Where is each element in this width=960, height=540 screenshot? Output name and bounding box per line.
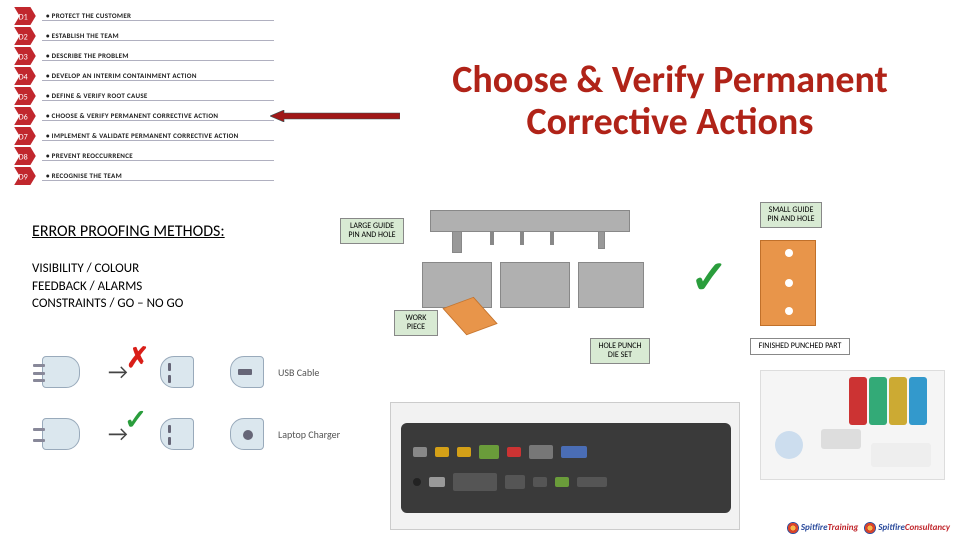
svg-text:D2: D2 <box>19 32 28 42</box>
logo-icon <box>864 522 876 534</box>
med-item <box>821 429 861 449</box>
chevron-icon: D2 <box>14 27 36 45</box>
d-step-row: D4 DEVELOP AN INTERIM CONTAINMENT ACTION <box>14 66 274 85</box>
small-pin <box>598 231 605 249</box>
lower-block-mid <box>500 262 570 308</box>
socket-usb <box>230 356 264 388</box>
d-step-row: D1 PROTECT THE CUSTOMER <box>14 6 274 25</box>
d-step-row: D9 RECOGNISE THE TEAM <box>14 166 274 185</box>
lower-block-right <box>578 262 644 308</box>
d-step-label: ESTABLISH THE TEAM <box>42 31 274 41</box>
punch-pin <box>490 231 494 245</box>
method-item: FEEDBACK / ALARMS <box>32 278 183 296</box>
method-item: VISIBILITY / COLOUR <box>32 260 183 278</box>
label-work-piece: WORK PIECE <box>394 310 438 336</box>
svg-text:D7: D7 <box>19 132 28 142</box>
d-step-row: D7 IMPLEMENT & VALIDATE PERMANENT CORRECT… <box>14 126 274 145</box>
logo-training: SpitfireTraining <box>787 522 858 534</box>
chevron-icon: D4 <box>14 67 36 85</box>
chevron-icon: D3 <box>14 47 36 65</box>
label-large-guide: LARGE GUIDE PIN AND HOLE <box>340 218 404 244</box>
lower-block-left <box>422 262 492 308</box>
label-small-guide: SMALL GUIDE PIN AND HOLE <box>760 202 822 228</box>
socket-2hole <box>160 356 194 388</box>
svg-text:D9: D9 <box>19 172 28 182</box>
med-bag <box>909 377 927 425</box>
page-title: Choose & Verify Permanent Corrective Act… <box>410 60 930 144</box>
finished-part <box>760 240 816 326</box>
med-item <box>871 443 931 467</box>
d-step-label: DEVELOP AN INTERIM CONTAINMENT ACTION <box>42 71 274 81</box>
device-body <box>401 423 731 513</box>
chevron-icon: D7 <box>14 127 36 145</box>
chevron-icon: D9 <box>14 167 36 185</box>
plug-2prong <box>42 418 80 450</box>
d-steps-list: D1 PROTECT THE CUSTOMER D2 ESTABLISH THE T… <box>14 6 274 186</box>
d-step-row: D5 DEFINE & VERIFY ROOT CAUSE <box>14 86 274 105</box>
d-step-row: D6 CHOOSE & VERIFY PERMANENT CORRECTIVE A… <box>14 106 274 125</box>
svg-text:D6: D6 <box>19 112 28 122</box>
logo-icon <box>787 522 799 534</box>
x-icon: ✗ <box>126 340 149 375</box>
die-set-diagram: LARGE GUIDE PIN AND HOLE SMALL GUIDE PIN… <box>340 210 860 360</box>
logo-consultancy: SpitfireConsultancy <box>864 522 950 534</box>
medical-kit-image <box>760 370 945 480</box>
socket-charger <box>230 418 264 450</box>
d-step-label: CHOOSE & VERIFY PERMANENT CORRECTIVE ACT… <box>42 111 274 121</box>
d-step-label: DESCRIBE THE PROBLEM <box>42 51 274 61</box>
method-item: CONSTRAINTS / GO – NO GO <box>32 295 183 313</box>
pointer-arrow-icon <box>270 108 400 120</box>
section-header: ERROR PROOFING METHODS: <box>32 222 225 241</box>
methods-list: VISIBILITY / COLOUR FEEDBACK / ALARMS CO… <box>32 260 183 313</box>
punch-pin <box>550 231 554 245</box>
d-step-row: D8 PREVENT REOCCURRENCE <box>14 146 274 165</box>
plug-diagram: → ✗ → ✓ USB Cable Laptop Charger <box>30 348 350 478</box>
chevron-icon: D1 <box>14 7 36 25</box>
svg-text:D1: D1 <box>19 12 28 22</box>
chevron-icon: D8 <box>14 147 36 165</box>
med-bag <box>849 377 867 425</box>
med-mask <box>775 431 803 459</box>
label-usb: USB Cable <box>278 366 319 379</box>
svg-text:D8: D8 <box>19 152 28 162</box>
check-icon: ✓ <box>124 402 147 437</box>
svg-text:D5: D5 <box>19 92 28 102</box>
med-bag <box>889 377 907 425</box>
d-step-label: DEFINE & VERIFY ROOT CAUSE <box>42 91 274 101</box>
med-bag <box>869 377 887 425</box>
punch-pin <box>520 231 524 245</box>
d-step-label: IMPLEMENT & VALIDATE PERMANENT CORRECTIV… <box>42 131 274 141</box>
label-finished: FINISHED PUNCHED PART <box>750 338 850 355</box>
check-icon: ✓ <box>690 250 729 306</box>
d-step-row: D2 ESTABLISH THE TEAM <box>14 26 274 45</box>
svg-text:D3: D3 <box>19 52 28 62</box>
socket-2hole <box>160 418 194 450</box>
footer-logos: SpitfireTraining SpitfireConsultancy <box>787 522 950 534</box>
device-rear-panel <box>390 402 740 530</box>
d-step-label: PROTECT THE CUSTOMER <box>42 11 274 21</box>
label-charger: Laptop Charger <box>278 428 340 441</box>
label-die-set: HOLE PUNCH DIE SET <box>590 338 650 364</box>
top-plate <box>430 210 630 232</box>
chevron-icon: D5 <box>14 87 36 105</box>
d-step-label: PREVENT REOCCURRENCE <box>42 151 274 161</box>
d-step-label: RECOGNISE THE TEAM <box>42 171 274 181</box>
svg-text:D4: D4 <box>19 72 28 82</box>
chevron-icon: D6 <box>14 107 36 125</box>
d-step-row: D3 DESCRIBE THE PROBLEM <box>14 46 274 65</box>
arrow-icon: → <box>108 358 128 385</box>
plug-3prong <box>42 356 80 388</box>
large-pin <box>452 231 462 253</box>
